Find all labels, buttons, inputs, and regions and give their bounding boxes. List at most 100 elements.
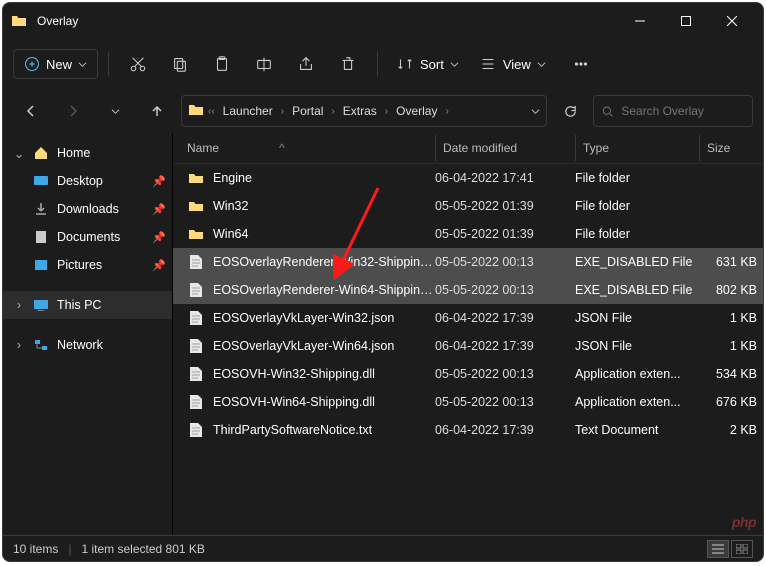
file-type: File folder: [575, 199, 699, 213]
file-name: EOSOVH-Win32-Shipping.dll: [213, 367, 435, 381]
cut-button[interactable]: [119, 46, 157, 82]
file-type: File folder: [575, 171, 699, 185]
file-row[interactable]: Engine06-04-2022 17:41File folder: [173, 164, 763, 192]
file-row[interactable]: EOSOVH-Win64-Shipping.dll05-05-2022 00:1…: [173, 388, 763, 416]
maximize-button[interactable]: [663, 5, 709, 37]
sidebar-item-network[interactable]: › Network: [3, 331, 172, 359]
refresh-button[interactable]: [553, 95, 587, 127]
file-name: Win32: [213, 199, 435, 213]
sidebar-item-thispc[interactable]: › This PC: [3, 291, 172, 319]
search-input[interactable]: [621, 104, 744, 118]
more-button[interactable]: [562, 46, 600, 82]
search-box[interactable]: [593, 95, 753, 127]
chevron-down-icon[interactable]: ⌄: [13, 146, 25, 161]
file-row[interactable]: ThirdPartySoftwareNotice.txt06-04-2022 1…: [173, 416, 763, 444]
file-icon: [187, 365, 205, 383]
minimize-button[interactable]: [617, 5, 663, 37]
file-name: Engine: [213, 171, 435, 185]
paste-button[interactable]: [203, 46, 241, 82]
file-date: 06-04-2022 17:39: [435, 339, 575, 353]
search-icon: [602, 105, 613, 118]
clipboard-icon: [213, 55, 231, 73]
file-size: 534 KB: [699, 367, 763, 381]
file-row[interactable]: Win3205-05-2022 01:39File folder: [173, 192, 763, 220]
plus-circle-icon: [24, 56, 40, 72]
chevron-right-icon: ›: [279, 106, 286, 117]
file-row[interactable]: EOSOverlayVkLayer-Win32.json06-04-2022 1…: [173, 304, 763, 332]
file-row[interactable]: EOSOverlayRenderer-Win32-Shipping.ex...0…: [173, 248, 763, 276]
details-view-button[interactable]: [707, 540, 729, 558]
folder-icon: [187, 197, 205, 215]
up-button[interactable]: [139, 95, 175, 127]
file-date: 06-04-2022 17:41: [435, 171, 575, 185]
file-name: EOSOverlayRenderer-Win64-Shipping.ex...: [213, 283, 435, 297]
breadcrumb-item[interactable]: Extras: [339, 100, 381, 122]
rename-button[interactable]: [245, 46, 283, 82]
back-button[interactable]: [13, 95, 49, 127]
close-button[interactable]: [709, 5, 755, 37]
breadcrumb-item[interactable]: Overlay: [392, 100, 441, 122]
forward-button[interactable]: [55, 95, 91, 127]
sidebar-item-documents[interactable]: Documents 📌: [3, 223, 172, 251]
pictures-icon: [33, 257, 49, 273]
file-type: JSON File: [575, 339, 699, 353]
view-menu[interactable]: View: [471, 49, 554, 79]
breadcrumb-bar[interactable]: ‹‹ Launcher › Portal › Extras › Overlay …: [181, 95, 547, 127]
file-row[interactable]: EOSOverlayVkLayer-Win64.json06-04-2022 1…: [173, 332, 763, 360]
status-bar: 10 items | 1 item selected 801 KB: [3, 535, 763, 561]
chevron-left-icon[interactable]: ‹‹: [206, 106, 217, 117]
sidebar-item-downloads[interactable]: Downloads 📌: [3, 195, 172, 223]
copy-button[interactable]: [161, 46, 199, 82]
chevron-down-icon[interactable]: [531, 107, 540, 116]
breadcrumb-item[interactable]: Launcher: [219, 100, 277, 122]
file-row[interactable]: Win6405-05-2022 01:39File folder: [173, 220, 763, 248]
file-list[interactable]: Engine06-04-2022 17:41File folderWin3205…: [173, 164, 763, 535]
sort-menu[interactable]: Sort: [388, 49, 467, 79]
column-type[interactable]: Type: [583, 141, 609, 155]
sidebar-label: Network: [57, 338, 103, 352]
file-size: 676 KB: [699, 395, 763, 409]
title-bar[interactable]: Overlay: [3, 3, 763, 39]
chevron-right-icon[interactable]: ›: [13, 298, 25, 312]
file-row[interactable]: EOSOverlayRenderer-Win64-Shipping.ex...0…: [173, 276, 763, 304]
file-date: 05-05-2022 00:13: [435, 283, 575, 297]
pin-icon: 📌: [152, 231, 166, 244]
breadcrumb-item[interactable]: Portal: [288, 100, 327, 122]
item-count: 10 items: [13, 542, 58, 556]
folder-icon: [187, 225, 205, 243]
file-type: Application exten...: [575, 367, 699, 381]
desktop-icon: [33, 173, 49, 189]
delete-button[interactable]: [329, 46, 367, 82]
navigation-pane[interactable]: ⌄ Home Desktop 📌 Downloads 📌 Documents 📌: [3, 133, 173, 535]
selection-info: 1 item selected 801 KB: [81, 542, 204, 556]
recent-dropdown[interactable]: [97, 95, 133, 127]
file-icon: [187, 281, 205, 299]
chevron-right-icon[interactable]: ›: [13, 338, 25, 352]
chevron-down-icon: [537, 60, 546, 69]
folder-icon: [187, 169, 205, 187]
file-row[interactable]: EOSOVH-Win32-Shipping.dll05-05-2022 00:1…: [173, 360, 763, 388]
trash-icon: [339, 55, 357, 73]
column-name[interactable]: Name: [187, 141, 219, 155]
sidebar-label: Desktop: [57, 174, 103, 188]
column-date[interactable]: Date modified: [443, 141, 517, 155]
file-date: 05-05-2022 00:13: [435, 367, 575, 381]
share-button[interactable]: [287, 46, 325, 82]
file-name: ThirdPartySoftwareNotice.txt: [213, 423, 435, 437]
file-icon: [187, 253, 205, 271]
column-size[interactable]: Size: [707, 141, 730, 155]
new-button[interactable]: New: [13, 49, 98, 79]
file-date: 05-05-2022 01:39: [435, 227, 575, 241]
pin-icon: 📌: [152, 259, 166, 272]
file-size: 1 KB: [699, 311, 763, 325]
file-type: Text Document: [575, 423, 699, 437]
thumbnails-view-button[interactable]: [731, 540, 753, 558]
copy-icon: [171, 55, 189, 73]
sidebar-item-desktop[interactable]: Desktop 📌: [3, 167, 172, 195]
file-date: 05-05-2022 00:13: [435, 255, 575, 269]
file-date: 06-04-2022 17:39: [435, 423, 575, 437]
sidebar-item-pictures[interactable]: Pictures 📌: [3, 251, 172, 279]
sort-label: Sort: [420, 57, 444, 72]
column-headers[interactable]: Name^ Date modified Type Size: [173, 133, 763, 164]
sidebar-item-home[interactable]: ⌄ Home: [3, 139, 172, 167]
